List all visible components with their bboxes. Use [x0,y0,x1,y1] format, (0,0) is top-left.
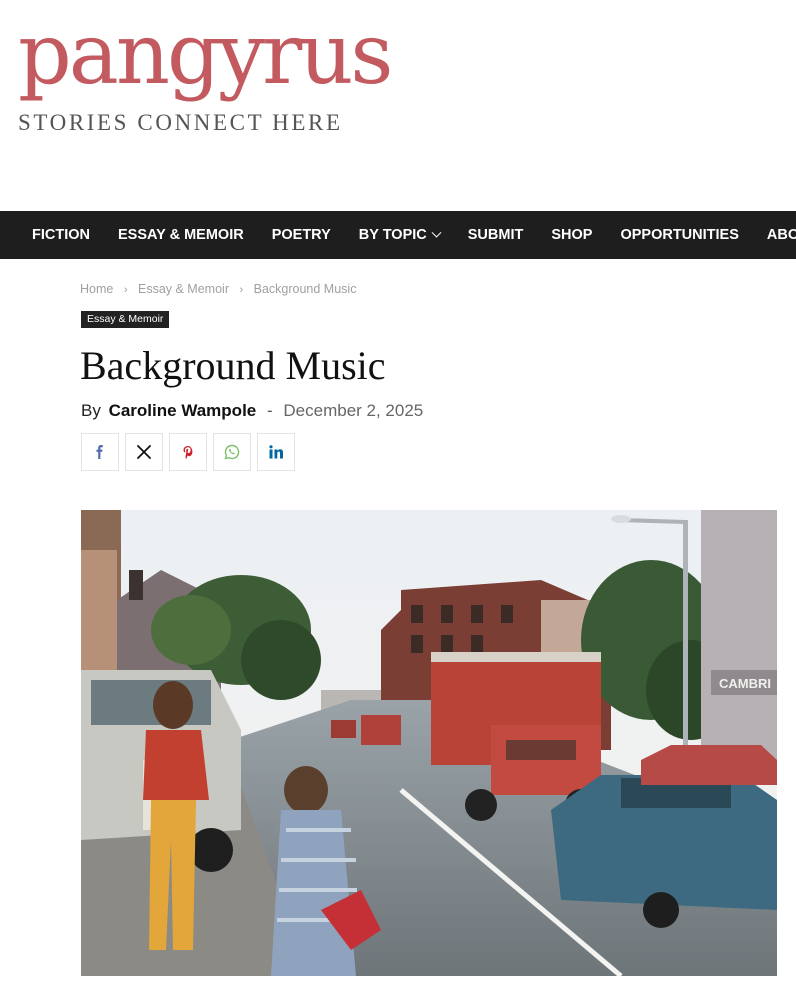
hero-image: CAMBRI [81,510,777,976]
whatsapp-icon [224,444,240,460]
category-badge[interactable]: Essay & Memoir [81,311,170,328]
nav-item-label: POETRY [271,227,331,243]
byline-dash: - [266,401,273,420]
nav-item-poetry[interactable]: POETRY [258,211,345,259]
nav-item-submit[interactable]: SUBMIT [454,211,538,259]
street-scene-photo: CAMBRI [81,510,777,976]
nav-item-by-topic[interactable]: BY TOPIC [345,211,454,259]
logo-wordmark: pangyrus [18,5,394,103]
facebook-icon [96,445,103,459]
author-link[interactable]: Caroline Wampole [109,401,257,420]
share-x-button[interactable] [125,433,163,471]
article-title: Background Music [80,343,386,388]
nav-item-label: SHOP [551,227,593,243]
breadcrumb-separator: › [123,284,128,296]
nav-item-label: BY TOPIC [358,227,427,243]
site-logo[interactable]: pangyrus STORIES CONNECT HERE [18,4,398,136]
x-icon [137,445,151,459]
nav-item-opportunities[interactable]: OPPORTUNITIES [606,211,752,259]
breadcrumb-current: Background Music [253,282,357,296]
nav-item-label: FICTION [32,227,90,243]
share-pinterest-button[interactable] [169,433,207,471]
nav-item-label: SUBMIT [467,227,524,243]
share-linkedin-button[interactable] [257,433,295,471]
linkedin-icon [268,445,283,459]
pinterest-icon [183,445,193,459]
share-whatsapp-button[interactable] [213,433,251,471]
nav-item-essay-memoir[interactable]: ESSAY & MEMOIR [104,211,258,259]
nav-item-label: ESSAY & MEMOIR [118,227,244,243]
main-nav: FICTION ESSAY & MEMOIR POETRY BY TOPIC S… [0,211,796,259]
byline: By Caroline Wampole - December 2, 2025 [81,401,423,421]
breadcrumb-separator: › [239,284,244,296]
storefront-sign: CAMBRI [719,676,771,691]
chevron-down-icon [431,227,442,238]
share-facebook-button[interactable] [81,433,119,471]
byline-prefix: By [81,401,101,420]
nav-item-label: ABOUT [766,227,796,243]
publish-date: December 2, 2025 [283,401,424,420]
nav-item-label: OPPORTUNITIES [620,227,739,243]
nav-item-shop[interactable]: SHOP [537,211,606,259]
share-bar [81,433,295,471]
breadcrumb-home[interactable]: Home [80,282,113,296]
breadcrumb-category[interactable]: Essay & Memoir [138,282,229,296]
logo-tagline: STORIES CONNECT HERE [18,110,343,135]
nav-item-fiction[interactable]: FICTION [0,211,104,259]
breadcrumb: Home › Essay & Memoir › Background Music [80,282,356,296]
nav-item-about[interactable]: ABOUT [753,211,796,259]
